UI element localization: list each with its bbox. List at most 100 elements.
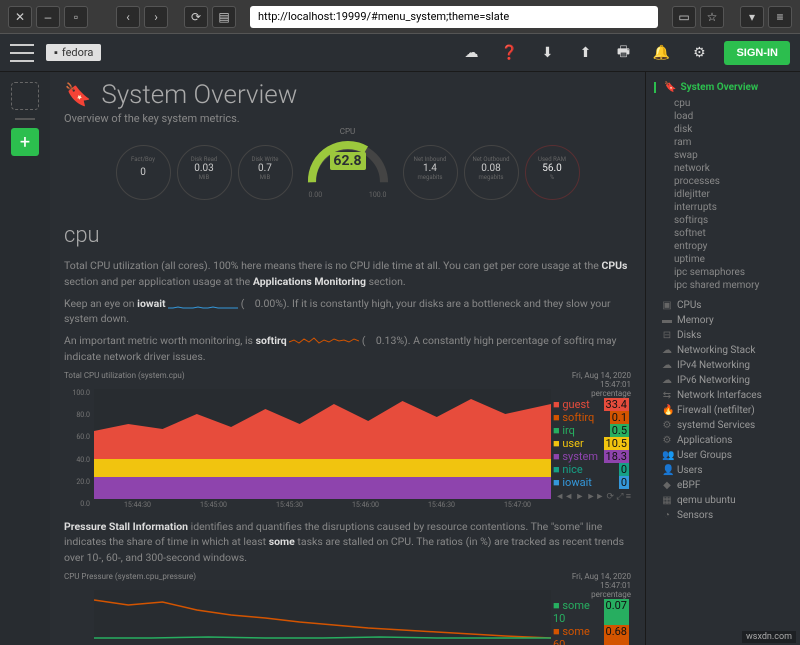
pressure-chart[interactable]: percentage ■ some 100.07■ some 600.68	[64, 590, 631, 645]
right-nav-item[interactable]: ⇆Network Interfaces	[654, 388, 792, 403]
page-subtitle: Overview of the key system metrics.	[64, 112, 631, 125]
node-current[interactable]	[11, 82, 39, 110]
right-nav-item[interactable]: ▣CPUs	[654, 298, 792, 313]
gauge-cpu[interactable]: CPU 62.8 0.00100.0	[303, 137, 393, 207]
print-icon[interactable]: 🖶	[610, 40, 636, 66]
psi-desc: Pressure Stall Information identifies an…	[64, 519, 631, 566]
right-nav-item[interactable]: ⚙systemd Services	[654, 418, 792, 433]
right-nav-sub[interactable]: ipc semaphores	[654, 266, 792, 279]
right-nav-sub[interactable]: load	[654, 110, 792, 123]
chart-controls[interactable]: ◄◄ ► ►► ⟳ ⤢ ≡	[551, 489, 631, 504]
help-icon[interactable]: ❓	[496, 40, 522, 66]
cloud-sync-icon[interactable]: ☁	[458, 40, 484, 66]
gauge-net-out[interactable]: Net Outbound0.08megabits	[464, 145, 519, 200]
bookmark-icon: 🔖	[64, 83, 91, 108]
right-nav[interactable]: 🔖 System Overview cpuloaddiskramswapnetw…	[645, 72, 800, 645]
right-nav-sub[interactable]: entropy	[654, 240, 792, 253]
softirq-sparkline	[289, 336, 359, 346]
window-close[interactable]: ✕	[8, 6, 32, 28]
right-nav-sub[interactable]: disk	[654, 123, 792, 136]
host-icon: ▪	[54, 46, 58, 59]
browser-bookmark[interactable]: ☆	[700, 6, 724, 28]
right-nav-sub[interactable]: processes	[654, 175, 792, 188]
browser-back[interactable]: ‹	[116, 6, 140, 28]
browser-reader[interactable]: ▤	[212, 6, 236, 28]
browser-downloads[interactable]: ▾	[740, 6, 764, 28]
right-nav-item[interactable]: ☁IPv6 Networking	[654, 373, 792, 388]
strip-divider	[15, 118, 35, 120]
bookmark-icon: 🔖	[664, 82, 676, 93]
url-bar[interactable]: http://localhost:19999/#menu_system;them…	[250, 6, 658, 28]
right-nav-sub[interactable]: softirqs	[654, 214, 792, 227]
right-nav-item[interactable]: ☁IPv4 Networking	[654, 358, 792, 373]
cpu-desc-3: An important metric worth monitoring, is…	[64, 333, 631, 365]
right-nav-item[interactable]: ⊟Disks	[654, 328, 792, 343]
nav-item-icon: ◆	[662, 480, 672, 491]
right-nav-item[interactable]: ⚙Applications	[654, 433, 792, 448]
host-name: fedora	[62, 46, 94, 59]
right-nav-item[interactable]: 🔥Firewall (netfilter)	[654, 403, 792, 418]
nav-item-icon: ☁	[662, 360, 672, 371]
cpu-chart[interactable]: 100.080.060.040.020.00.0 15:44:3015:45:0…	[64, 389, 631, 509]
right-nav-item[interactable]: 👤Users	[654, 463, 792, 478]
bell-icon[interactable]: 🔔	[648, 40, 674, 66]
right-nav-sub[interactable]: uptime	[654, 253, 792, 266]
right-nav-sub[interactable]: network	[654, 162, 792, 175]
cpu-desc-1: Total CPU utilization (all cores). 100% …	[64, 258, 631, 290]
nav-item-icon: ☁	[662, 375, 672, 386]
menu-toggle[interactable]	[10, 44, 34, 62]
gauge-factboy[interactable]: Fact/Boy0	[116, 145, 171, 200]
left-strip: +	[0, 72, 50, 645]
right-nav-item[interactable]: ☁Networking Stack	[654, 343, 792, 358]
nav-item-icon: 🔥	[662, 405, 672, 416]
page-title: System Overview	[101, 80, 297, 110]
chart-title: Total CPU utilization (system.cpu)	[64, 371, 185, 389]
gauge-disk-write[interactable]: Disk Write0.7MiB	[238, 145, 293, 200]
nav-item-icon: ⚙	[662, 435, 672, 446]
gauge-net-in[interactable]: Net Inbound1.4megabits	[403, 145, 458, 200]
window-restore[interactable]: ▫	[64, 6, 88, 28]
main-content[interactable]: 🔖 System Overview Overview of the key sy…	[50, 72, 645, 645]
gauge-disk-read[interactable]: Disk Read0.03MiB	[177, 145, 232, 200]
browser-view-img[interactable]: ▭	[672, 6, 696, 28]
nav-item-icon: ▬	[662, 315, 672, 326]
pressure-chart-svg	[94, 590, 551, 640]
right-nav-item[interactable]: ▦qemu ubuntu	[654, 493, 792, 508]
host-chip[interactable]: ▪ fedora	[46, 44, 101, 61]
right-nav-sub[interactable]: ram	[654, 136, 792, 149]
gauges-row: Fact/Boy0 Disk Read0.03MiB Disk Write0.7…	[64, 137, 631, 207]
upload-icon[interactable]: ⬆	[572, 40, 598, 66]
nav-item-icon: ☁	[662, 345, 672, 356]
section-title-cpu: cpu	[64, 223, 631, 248]
app-bar: ▪ fedora ☁ ❓ ⬇ ⬆ 🖶 🔔 ⚙ SIGN-IN	[0, 34, 800, 72]
cpu-desc-2: Keep an eye on iowait ( 0.00%). If it is…	[64, 296, 631, 328]
gauge-ram[interactable]: Used RAM56.0%	[525, 145, 580, 200]
window-minimize[interactable]: ‒	[36, 6, 60, 28]
add-node-button[interactable]: +	[11, 128, 39, 156]
browser-reload[interactable]: ⟳	[184, 6, 208, 28]
browser-menu[interactable]: ≡	[768, 6, 792, 28]
nav-item-icon: ▦	[662, 495, 672, 506]
right-nav-sub[interactable]: ipc shared memory	[654, 279, 792, 292]
right-nav-header[interactable]: 🔖 System Overview	[654, 82, 792, 93]
chart2-title: CPU Pressure (system.cpu_pressure)	[64, 572, 196, 590]
watermark: wsxdn.com	[742, 631, 796, 643]
iowait-sparkline	[168, 299, 238, 309]
right-nav-item[interactable]: ◔Sensors	[654, 508, 792, 523]
right-nav-item[interactable]: ▬Memory	[654, 313, 792, 328]
right-nav-sub[interactable]: softnet	[654, 227, 792, 240]
right-nav-sub[interactable]: idlejitter	[654, 188, 792, 201]
gear-icon[interactable]: ⚙	[686, 40, 712, 66]
right-nav-sub[interactable]: interrupts	[654, 201, 792, 214]
right-nav-item[interactable]: ◆eBPF	[654, 478, 792, 493]
signin-button[interactable]: SIGN-IN	[724, 41, 790, 65]
nav-item-icon: 👤	[662, 465, 672, 476]
right-nav-sub[interactable]: cpu	[654, 97, 792, 110]
nav-item-icon: ⚙	[662, 420, 672, 431]
right-nav-sub[interactable]: swap	[654, 149, 792, 162]
right-nav-item[interactable]: 👥User Groups	[654, 448, 792, 463]
browser-chrome: ✕ ‒ ▫ ‹ › ⟳ ▤ http://localhost:19999/#me…	[0, 0, 800, 34]
browser-forward[interactable]: ›	[144, 6, 168, 28]
cpu-chart-svg	[94, 389, 551, 499]
download-icon[interactable]: ⬇	[534, 40, 560, 66]
